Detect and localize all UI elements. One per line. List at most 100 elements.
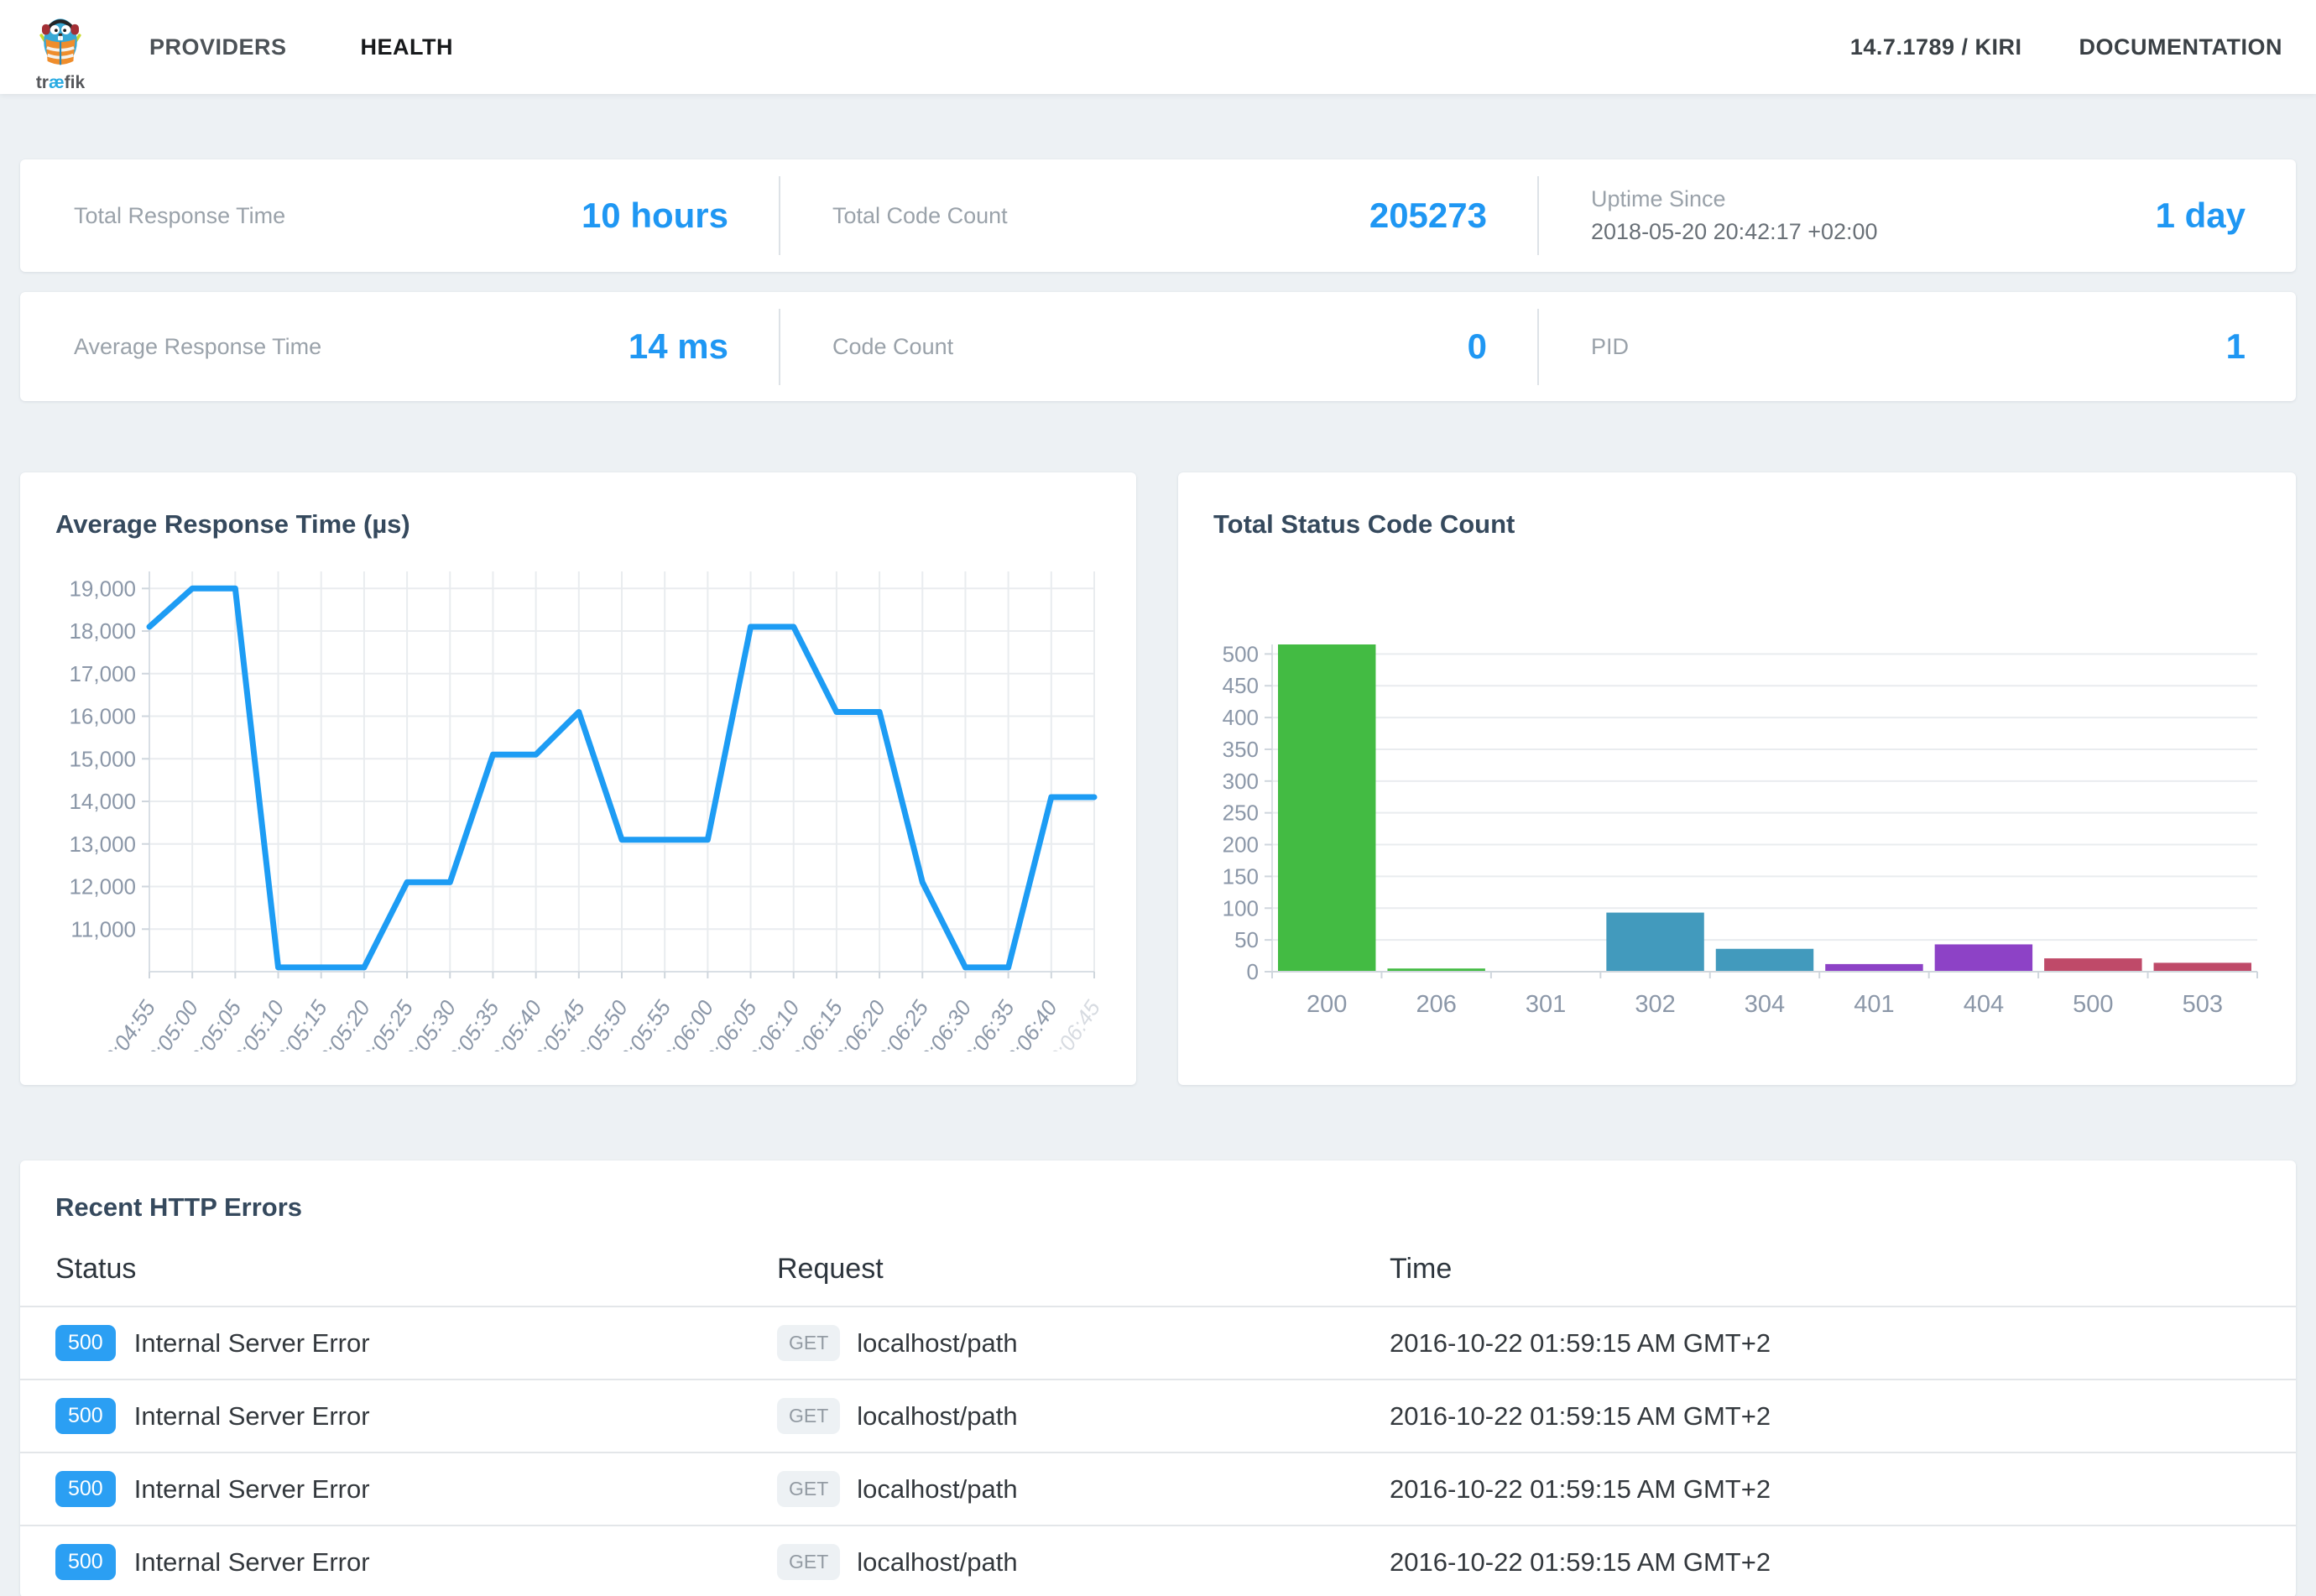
- bar-chart-x-labels: 200206301302304401404500503: [1272, 972, 2257, 1018]
- svg-text:100: 100: [1223, 895, 1259, 921]
- response-time-chart-title: Average Response Time (µs): [40, 498, 1116, 540]
- bar-chart-axes: [1272, 644, 2257, 972]
- stat-total-code-count: Total Code Count 205273: [779, 159, 1537, 272]
- nav-item-health[interactable]: HEALTH: [361, 34, 454, 60]
- stat-value: 1 day: [2156, 196, 2246, 236]
- svg-text:206: 206: [1416, 991, 1456, 1018]
- error-time-cell: 2016-10-22 01:59:15 AM GMT+2: [1390, 1547, 2296, 1578]
- error-table-row: 500 Internal Server Error GET localhost/pat…: [20, 1525, 2296, 1596]
- svg-text:11,000: 11,000: [70, 916, 136, 941]
- stat-uptime-since: Uptime Since 2018-05-20 20:42:17 +02:00 …: [1537, 159, 2296, 272]
- svg-text:250: 250: [1223, 801, 1259, 826]
- line-chart-x-labels: 03:04:5503:05:0003:05:0503:05:1003:05:15…: [92, 972, 1106, 1051]
- nav-links: PROVIDERS HEALTH: [149, 34, 453, 60]
- svg-text:450: 450: [1223, 673, 1259, 698]
- http-method-badge: GET: [777, 1325, 840, 1361]
- svg-text:400: 400: [1223, 705, 1259, 730]
- svg-text:304: 304: [1745, 991, 1785, 1018]
- line-chart-grid: [149, 571, 1094, 972]
- stats-row-1: Total Response Time 10 hours Total Code …: [20, 159, 2296, 272]
- bar-chart-y-labels: 050100150200250300350400450500: [1223, 641, 1272, 984]
- svg-text:13,000: 13,000: [69, 832, 136, 857]
- svg-text:302: 302: [1635, 991, 1675, 1018]
- svg-text:12,000: 12,000: [69, 874, 136, 900]
- http-method-badge: GET: [777, 1544, 840, 1580]
- stat-value: 10 hours: [582, 196, 728, 236]
- svg-text:300: 300: [1223, 769, 1259, 794]
- stat-label: PID: [1591, 334, 1629, 360]
- bar-chart-grid: [1272, 654, 2257, 972]
- stat-code-count: Code Count 0: [779, 292, 1537, 401]
- stat-value: 14 ms: [629, 326, 728, 367]
- svg-text:200: 200: [1307, 991, 1347, 1018]
- error-status-cell: 500 Internal Server Error: [20, 1544, 777, 1580]
- svg-text:301: 301: [1526, 991, 1566, 1018]
- bar-304: [1716, 949, 1813, 972]
- stat-total-response-time: Total Response Time 10 hours: [20, 159, 779, 272]
- status-text: Internal Server Error: [134, 1328, 370, 1359]
- svg-text:401: 401: [1854, 991, 1894, 1018]
- error-request-cell: GET localhost/path: [777, 1544, 1390, 1580]
- traefik-logo[interactable]: træfik: [20, 8, 101, 91]
- svg-text:17,000: 17,000: [69, 661, 136, 686]
- error-request-cell: GETlocalhost/path: [777, 1471, 1390, 1507]
- status-code-badge: 500: [55, 1544, 116, 1580]
- traefik-logo-text: træfik: [36, 75, 85, 91]
- errors-table-header: Status Request Time: [20, 1244, 2296, 1306]
- error-time-cell: 2016-10-22 01:59:15 AM GMT+2: [1390, 1401, 2296, 1432]
- request-path: localhost/path: [857, 1328, 1017, 1359]
- error-time-cell: 2016-10-22 01:59:15 AM GMT+2: [1390, 1328, 2296, 1359]
- status-text: Internal Server Error: [134, 1474, 370, 1505]
- response-time-chart: 11,00012,00013,00014,00015,00016,00017,0…: [40, 548, 1116, 1056]
- column-header-request: Request: [777, 1253, 1390, 1286]
- svg-text:500: 500: [2073, 991, 2113, 1018]
- svg-text:350: 350: [1223, 737, 1259, 762]
- bar-500: [2044, 958, 2141, 972]
- bar-404: [1935, 944, 2032, 972]
- stat-average-response-time: Average Response Time 14 ms: [20, 292, 779, 401]
- status-code-chart: 0501001502002503003504004505002002063013…: [1198, 548, 2276, 1056]
- request-path: localhost/path: [857, 1474, 1017, 1505]
- recent-http-errors-card: Recent HTTP Errors Status Request Time 5…: [20, 1160, 2296, 1596]
- status-code-chart-title: Total Status Code Count: [1198, 498, 2276, 540]
- status-code-badge: 500: [55, 1398, 116, 1434]
- stat-label: Code Count: [832, 334, 953, 360]
- error-table-row: 500 Internal Server Error GET localhost/pat…: [20, 1306, 2296, 1379]
- error-status-cell: 500Internal Server Error: [20, 1398, 777, 1434]
- status-code-badge: 500: [55, 1325, 116, 1361]
- errors-table-body: 500 Internal Server Error GET localhost/pat…: [20, 1306, 2296, 1596]
- stat-label: Average Response Time: [74, 334, 321, 360]
- svg-text:18,000: 18,000: [69, 618, 136, 644]
- error-request-cell: GETlocalhost/path: [777, 1398, 1390, 1434]
- response-time-chart-card: Average Response Time (µs) 11,000 12,000 1…: [20, 472, 1136, 1085]
- stat-label: Total Response Time: [74, 203, 285, 229]
- request-path: localhost/path: [857, 1547, 1017, 1578]
- traefik-gopher-icon: [33, 8, 88, 76]
- status-code-badge: 500: [55, 1471, 116, 1507]
- nav-item-documentation[interactable]: DOCUMENTATION: [2079, 34, 2282, 60]
- nav-item-providers[interactable]: PROVIDERS: [149, 34, 287, 60]
- svg-text:15,000: 15,000: [69, 746, 136, 771]
- nav-right: 14.7.1789 / KIRI DOCUMENTATION: [1850, 34, 2282, 60]
- svg-text:500: 500: [1223, 641, 1259, 666]
- status-code-bars: [1278, 644, 2251, 972]
- stats-row-2: Average Response Time 14 ms Code Count 0…: [20, 292, 2296, 401]
- error-table-row: 500Internal Server ErrorGETlocalhost/pat…: [20, 1379, 2296, 1452]
- error-request-cell: GET localhost/path: [777, 1325, 1390, 1361]
- error-timestamp: 2016-10-22 01:59:15 AM GMT+2: [1390, 1328, 1771, 1359]
- error-timestamp: 2016-10-22 01:59:15 AM GMT+2: [1390, 1547, 1771, 1578]
- error-status-cell: 500 Internal Server Error: [20, 1471, 777, 1507]
- recent-http-errors-title: Recent HTTP Errors: [20, 1192, 2296, 1244]
- svg-text:19,000: 19,000: [69, 576, 136, 601]
- column-header-status: Status: [20, 1253, 777, 1286]
- svg-text:404: 404: [1964, 991, 2004, 1018]
- error-status-cell: 500 Internal Server Error: [20, 1325, 777, 1361]
- bar-401: [1825, 964, 1922, 972]
- svg-text:16,000: 16,000: [69, 704, 136, 729]
- line-chart-y-labels: 11,00012,00013,00014,00015,00016,00017,0…: [69, 576, 149, 941]
- error-timestamp: 2016-10-22 01:59:15 AM GMT+2: [1390, 1401, 1771, 1432]
- charts-row: Average Response Time (µs) 11,000 12,000 1…: [20, 472, 2296, 1085]
- status-text: Internal Server Error: [134, 1547, 370, 1578]
- stat-label: Total Code Count: [832, 203, 1008, 229]
- uptime-datetime: 2018-05-20 20:42:17 +02:00: [1591, 219, 1878, 245]
